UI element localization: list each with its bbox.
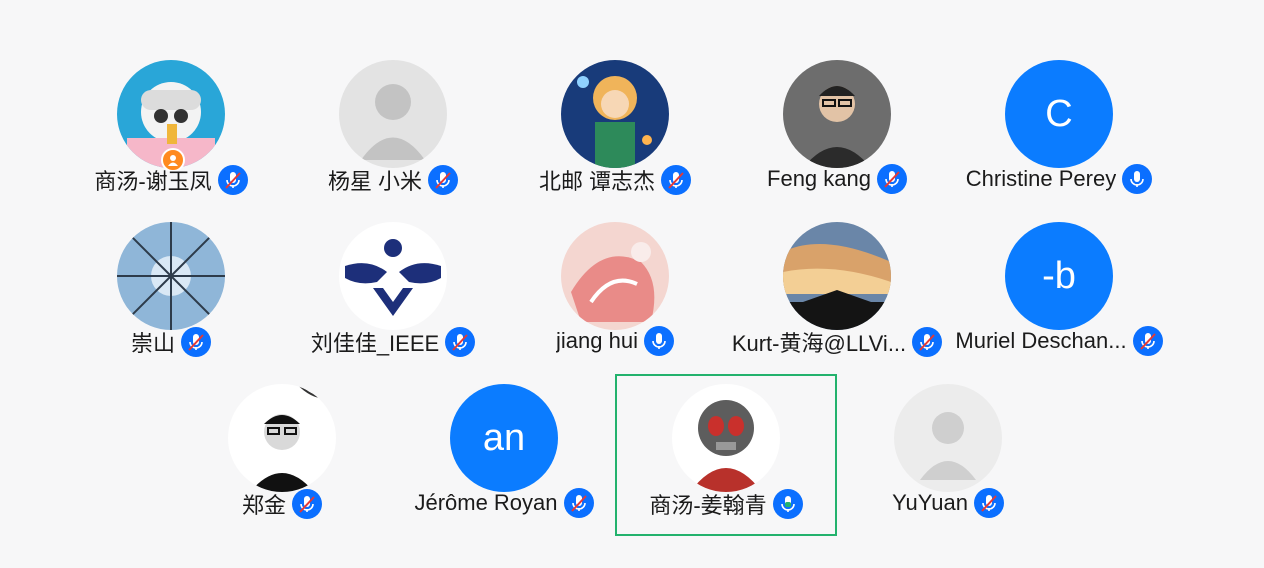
avatar bbox=[783, 222, 891, 330]
mic-muted-icon[interactable] bbox=[217, 165, 248, 195]
participant-tile[interactable]: YuYuan bbox=[837, 376, 1059, 538]
participant-name: YuYuan bbox=[892, 490, 968, 515]
participant-name: jiang hui bbox=[556, 328, 638, 353]
participant-name: Kurt-黄海@LLVi... bbox=[731, 331, 907, 356]
participant-tile[interactable]: Feng kang bbox=[726, 52, 948, 214]
mic-muted-icon[interactable] bbox=[1132, 326, 1163, 356]
participant-name: Muriel Deschan... bbox=[955, 328, 1127, 353]
participant-tile[interactable]: 郑金 bbox=[171, 376, 393, 538]
mic-muted-icon[interactable] bbox=[661, 165, 692, 195]
participant-name: 崇山 bbox=[130, 331, 175, 356]
avatar bbox=[117, 222, 225, 330]
avatar bbox=[339, 222, 447, 330]
participant-name: 北邮 谭志杰 bbox=[538, 169, 656, 194]
participant-name: 郑金 bbox=[241, 493, 286, 518]
participant-tile[interactable]: jiang hui bbox=[504, 214, 726, 376]
avatar bbox=[672, 384, 780, 492]
participant-name: 刘佳佳_IEEE bbox=[310, 331, 440, 356]
avatar bbox=[894, 384, 1002, 492]
participant-name: Feng kang bbox=[767, 166, 871, 191]
avatar bbox=[561, 222, 669, 330]
avatar bbox=[783, 60, 891, 168]
mic-muted-icon[interactable] bbox=[428, 165, 459, 195]
avatar-letter: an bbox=[450, 384, 558, 492]
mic-on-icon[interactable] bbox=[1122, 164, 1153, 194]
participant-tile[interactable]: C Christine Perey bbox=[948, 52, 1170, 214]
participant-name: Christine Perey bbox=[965, 166, 1117, 191]
mic-muted-icon[interactable] bbox=[973, 488, 1004, 518]
mic-muted-icon[interactable] bbox=[912, 327, 943, 357]
participant-tile[interactable]: 杨星 小米 bbox=[282, 52, 504, 214]
participant-name: 商汤-姜翰青 bbox=[649, 493, 767, 518]
participant-tile[interactable]: 北邮 谭志杰 bbox=[504, 52, 726, 214]
mic-speaking-icon[interactable] bbox=[772, 489, 803, 519]
participant-tile[interactable]: Kurt-黄海@LLVi... bbox=[726, 214, 948, 376]
mic-muted-icon[interactable] bbox=[876, 164, 907, 194]
participant-tile[interactable]: -b Muriel Deschan... bbox=[948, 214, 1170, 376]
participant-tile-active-speaker[interactable]: 商汤-姜翰青 bbox=[615, 374, 837, 536]
participant-tile[interactable]: 刘佳佳_IEEE bbox=[282, 214, 504, 376]
avatar-letter: -b bbox=[1005, 222, 1113, 330]
avatar-letter: C bbox=[1005, 60, 1113, 168]
participant-tile[interactable]: an Jérôme Royan bbox=[393, 376, 615, 538]
participant-tile[interactable]: 崇山 bbox=[60, 214, 282, 376]
mic-muted-icon[interactable] bbox=[563, 488, 594, 518]
mic-muted-icon[interactable] bbox=[445, 327, 476, 357]
mic-muted-icon[interactable] bbox=[292, 489, 322, 519]
avatar bbox=[339, 60, 447, 168]
participant-tile[interactable]: 商汤-谢玉凤 bbox=[60, 52, 282, 214]
mic-muted-icon[interactable] bbox=[181, 327, 211, 357]
participant-name: 商汤-谢玉凤 bbox=[94, 169, 212, 194]
avatar bbox=[561, 60, 669, 168]
participant-name: Jérôme Royan bbox=[414, 490, 558, 515]
mic-on-icon[interactable] bbox=[643, 326, 674, 356]
participant-name: 杨星 小米 bbox=[327, 169, 423, 194]
avatar bbox=[228, 384, 336, 492]
